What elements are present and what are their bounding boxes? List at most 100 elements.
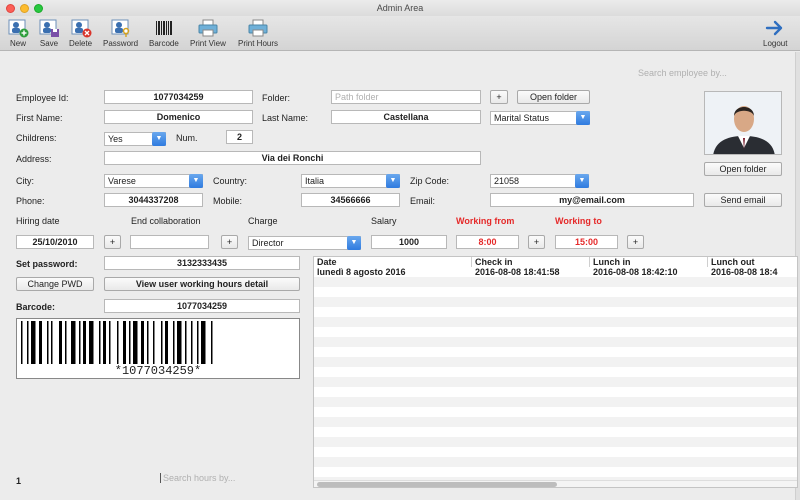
password-button[interactable]: Password <box>103 18 138 48</box>
send-email-button[interactable]: Send email <box>704 193 782 207</box>
phone-label: Phone: <box>16 196 45 206</box>
barcode-bar <box>129 321 131 364</box>
folder-path-field[interactable]: Path folder <box>331 90 481 104</box>
table-row-stripe <box>314 327 797 337</box>
charge-value: Director <box>252 238 284 248</box>
table-row-stripe <box>314 387 797 397</box>
delete-label: Delete <box>69 39 93 48</box>
hiring-date-field[interactable]: 25/10/2010 <box>16 235 94 249</box>
barcode-bar <box>165 321 168 364</box>
childrens-value: Yes <box>108 134 123 144</box>
logout-label: Logout <box>763 39 788 48</box>
barcode-bar <box>185 321 187 364</box>
address-field[interactable]: Via dei Ronchi <box>104 151 481 165</box>
email-field[interactable]: my@email.com <box>490 193 694 207</box>
search-hours-input[interactable]: Search hours by... <box>160 473 235 483</box>
employee-photo <box>704 91 782 155</box>
password-field[interactable]: 3132333435 <box>104 256 300 270</box>
barcode-bar <box>211 321 213 364</box>
zip-code-value: 21058 <box>494 176 520 186</box>
photo-open-folder-button[interactable]: Open folder <box>704 162 782 176</box>
barcode-bar <box>173 321 175 364</box>
country-select[interactable]: Italia ▼ <box>301 174 400 188</box>
barcode-value-field[interactable]: 1077034259 <box>104 299 300 313</box>
column-header-lunch-in[interactable]: Lunch in <box>590 257 708 267</box>
barcode-bars <box>21 321 213 364</box>
column-header-lunch-out[interactable]: Lunch out <box>708 257 797 267</box>
key-user-icon <box>110 18 132 38</box>
new-label: New <box>9 39 26 48</box>
working-from-plus-button[interactable]: + <box>528 235 545 249</box>
end-collaboration-plus-button[interactable]: + <box>221 235 238 249</box>
table-row-stripe <box>314 417 797 427</box>
barcode-bar <box>109 321 111 364</box>
marital-status-select[interactable]: Marital Status ▼ <box>490 111 590 125</box>
horizontal-scrollbar[interactable] <box>314 480 797 487</box>
working-from-label: Working from <box>456 216 515 226</box>
minimize-window-button[interactable] <box>20 4 29 13</box>
set-password-label: Set password: <box>16 259 78 269</box>
barcode-bar <box>21 321 23 364</box>
change-pwd-button[interactable]: Change PWD <box>16 277 94 291</box>
table-row-stripe <box>314 297 797 307</box>
mobile-field[interactable]: 34566666 <box>301 193 400 207</box>
save-button[interactable]: Save <box>38 18 60 48</box>
add-folder-button[interactable]: + <box>490 90 508 104</box>
city-select[interactable]: Varese ▼ <box>104 174 203 188</box>
search-employee-input[interactable]: Search employee by... <box>638 68 727 78</box>
view-working-hours-button[interactable]: View user working hours detail <box>104 277 300 291</box>
address-label: Address: <box>16 154 52 164</box>
chevron-down-icon: ▼ <box>575 174 589 188</box>
column-header-date[interactable]: Date <box>314 257 472 267</box>
table-cell-lunch-in[interactable]: 2016-08-08 18:42:10 <box>590 267 708 277</box>
working-from-field[interactable]: 8:00 <box>456 235 519 249</box>
childrens-select[interactable]: Yes ▼ <box>104 132 166 146</box>
barcode-button[interactable]: Barcode <box>149 18 179 48</box>
save-label: Save <box>39 39 59 48</box>
city-label: City: <box>16 176 34 186</box>
salary-field[interactable]: 1000 <box>371 235 447 249</box>
window-title-bar: Admin Area <box>0 0 800 16</box>
working-to-plus-button[interactable]: + <box>627 235 644 249</box>
print-view-button[interactable]: Print View <box>190 18 226 48</box>
barcode-bar <box>51 321 53 364</box>
zoom-window-button[interactable] <box>34 4 43 13</box>
column-header-check-in[interactable]: Check in <box>472 257 590 267</box>
employee-id-field[interactable]: 1077034259 <box>104 90 253 104</box>
barcode-bar <box>191 321 193 364</box>
delete-button[interactable]: Delete <box>69 18 92 48</box>
chevron-down-icon: ▼ <box>189 174 203 188</box>
num-field[interactable]: 2 <box>226 130 253 144</box>
first-name-field[interactable]: Domenico <box>104 110 253 124</box>
phone-field[interactable]: 3044337208 <box>104 193 203 207</box>
logout-button[interactable]: Logout <box>763 18 787 48</box>
barcode-bar <box>89 321 94 364</box>
city-value: Varese <box>108 176 136 186</box>
window-title: Admin Area <box>376 3 424 13</box>
table-cell-date[interactable]: lunedì 8 agosto 2016 <box>314 267 472 277</box>
table-row-stripe <box>314 437 797 447</box>
table-row-stripe <box>314 367 797 377</box>
horizontal-scroll-thumb[interactable] <box>317 482 557 487</box>
working-hours-table[interactable]: Date Check in Lunch in Lunch out lunedì … <box>313 256 798 488</box>
open-folder-button[interactable]: Open folder <box>517 90 590 104</box>
barcode-bar <box>201 321 206 364</box>
new-button[interactable]: New <box>7 18 29 48</box>
close-window-button[interactable] <box>6 4 15 13</box>
barcode-bar <box>103 321 106 364</box>
end-collaboration-field[interactable] <box>130 235 209 249</box>
hiring-date-plus-button[interactable]: + <box>104 235 121 249</box>
country-value: Italia <box>305 176 325 186</box>
table-row-stripe <box>314 427 797 437</box>
table-cell-lunch-out[interactable]: 2016-08-08 18:4 <box>708 267 797 277</box>
first-name-label: First Name: <box>16 113 63 123</box>
print-hours-button[interactable]: Print Hours <box>238 18 278 48</box>
working-to-field[interactable]: 15:00 <box>555 235 618 249</box>
barcode-bar <box>177 321 182 364</box>
table-cell-check-in[interactable]: 2016-08-08 18:41:58 <box>472 267 590 277</box>
barcode-bar <box>65 321 67 364</box>
zip-code-select[interactable]: 21058 ▼ <box>490 174 589 188</box>
charge-select[interactable]: Director ▼ <box>248 236 361 250</box>
table-row-stripe <box>314 377 797 387</box>
last-name-field[interactable]: Castellana <box>331 110 481 124</box>
